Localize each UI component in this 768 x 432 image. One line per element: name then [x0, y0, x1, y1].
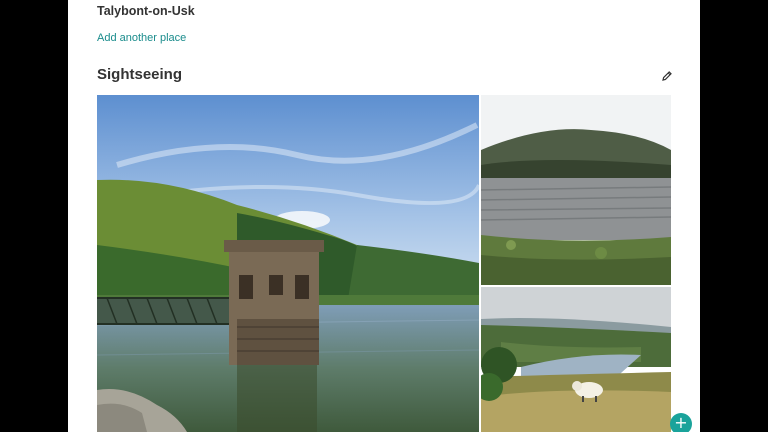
lake-and-hill-photo[interactable] — [481, 95, 671, 285]
pencil-icon[interactable] — [661, 69, 673, 81]
add-another-place-link[interactable]: Add another place — [97, 32, 186, 44]
place-name: Talybont-on-Usk — [97, 4, 195, 18]
section-title-sightseeing: Sightseeing — [97, 66, 183, 83]
add-button[interactable]: + — [670, 413, 692, 432]
valley-with-sheep-photo[interactable] — [481, 287, 671, 432]
reservoir-valve-tower-photo[interactable] — [97, 95, 479, 432]
itinerary-page: Talybont-on-Usk Add another place Sights… — [68, 0, 700, 432]
